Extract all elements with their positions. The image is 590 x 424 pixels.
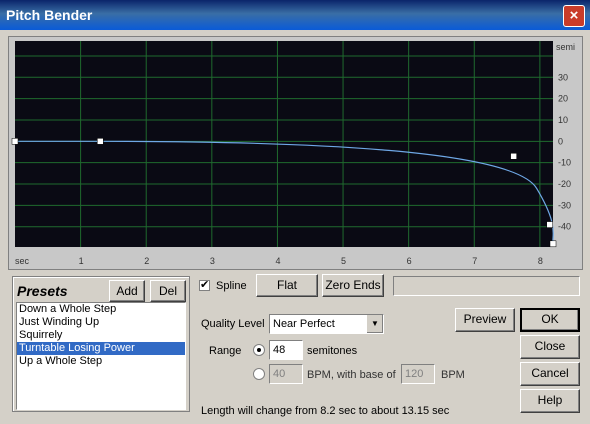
quality-level-label: Quality Level — [201, 318, 265, 330]
y-tick-label: 10 — [558, 115, 568, 125]
y-unit-label: semi — [556, 42, 575, 52]
status-box — [393, 276, 580, 296]
preset-list-item[interactable]: Just Winding Up — [17, 316, 185, 329]
cancel-button[interactable]: Cancel — [520, 362, 580, 386]
bpm-input[interactable]: 40 — [269, 364, 303, 384]
y-tick-label: 20 — [558, 94, 568, 104]
window-title: Pitch Bender — [6, 7, 93, 23]
delete-preset-button[interactable]: Del — [150, 280, 186, 302]
control-point[interactable] — [510, 153, 517, 160]
spline-checkbox[interactable]: ✔ — [199, 280, 210, 291]
semitones-radio[interactable] — [253, 344, 265, 356]
x-tick-label: 4 — [275, 256, 280, 266]
pitch-graph[interactable]: 1 2 3 4 5 6 7 8 30 20 10 0 -10 -20 -30 -40 semi sec — [8, 36, 583, 270]
control-point[interactable] — [11, 138, 19, 145]
preset-list-item[interactable]: Squirrely — [17, 329, 185, 342]
add-preset-button[interactable]: Add — [109, 280, 145, 302]
x-tick-label: 5 — [341, 256, 346, 266]
y-tick-label: 30 — [558, 72, 568, 82]
y-tick-label: -40 — [558, 222, 571, 232]
zero-ends-button[interactable]: Zero Ends — [322, 274, 384, 297]
title-bar: Pitch Bender × — [0, 0, 590, 30]
y-tick-label: 0 — [558, 136, 563, 146]
control-point[interactable] — [97, 138, 104, 145]
help-button[interactable]: Help — [520, 389, 580, 413]
close-button[interactable]: Close — [520, 335, 580, 359]
y-tick-label: -30 — [558, 200, 571, 210]
close-window-button[interactable]: × — [563, 5, 585, 27]
quality-level-select[interactable]: Near Perfect ▼ — [269, 314, 384, 334]
bpm-radio[interactable] — [253, 368, 265, 380]
y-tick-label: -10 — [558, 158, 571, 168]
presets-list[interactable]: Down a Whole Step Just Winding Up Squirrel… — [16, 302, 186, 410]
range-label: Range — [209, 345, 242, 357]
presets-title: Presets — [17, 283, 68, 299]
base-bpm-input[interactable]: 120 — [401, 364, 435, 384]
preset-list-item[interactable]: Turntable Losing Power — [17, 342, 185, 355]
x-tick-label: 1 — [79, 256, 84, 266]
preset-list-item[interactable]: Up a Whole Step — [17, 355, 185, 368]
x-tick-label: 8 — [538, 256, 543, 266]
preset-list-item[interactable]: Down a Whole Step — [17, 303, 185, 316]
semitones-label: semitones — [307, 345, 358, 357]
ok-button[interactable]: OK — [520, 308, 580, 332]
preview-button[interactable]: Preview — [455, 308, 515, 332]
flat-button[interactable]: Flat — [256, 274, 318, 297]
base-bpm-unit: BPM — [441, 369, 465, 381]
x-tick-label: 3 — [210, 256, 215, 266]
length-info: Length will change from 8.2 sec to about… — [201, 405, 450, 417]
spline-label: Spline — [216, 280, 247, 292]
x-tick-label: 2 — [144, 256, 149, 266]
bpm-label: BPM, with base of — [307, 369, 396, 381]
x-tick-label: 7 — [472, 256, 477, 266]
semitones-input[interactable]: 48 — [269, 340, 303, 360]
y-tick-label: -20 — [558, 179, 571, 189]
control-point[interactable] — [549, 240, 557, 248]
x-tick-label: 6 — [407, 256, 412, 266]
control-point[interactable] — [546, 221, 553, 228]
quality-level-value: Near Perfect — [273, 318, 335, 330]
pitch-graph-canvas[interactable]: 1 2 3 4 5 6 7 8 30 20 10 0 -10 -20 -30 -40 semi sec — [9, 37, 582, 269]
x-unit-label: sec — [15, 256, 30, 266]
chevron-down-icon[interactable]: ▼ — [366, 315, 383, 333]
